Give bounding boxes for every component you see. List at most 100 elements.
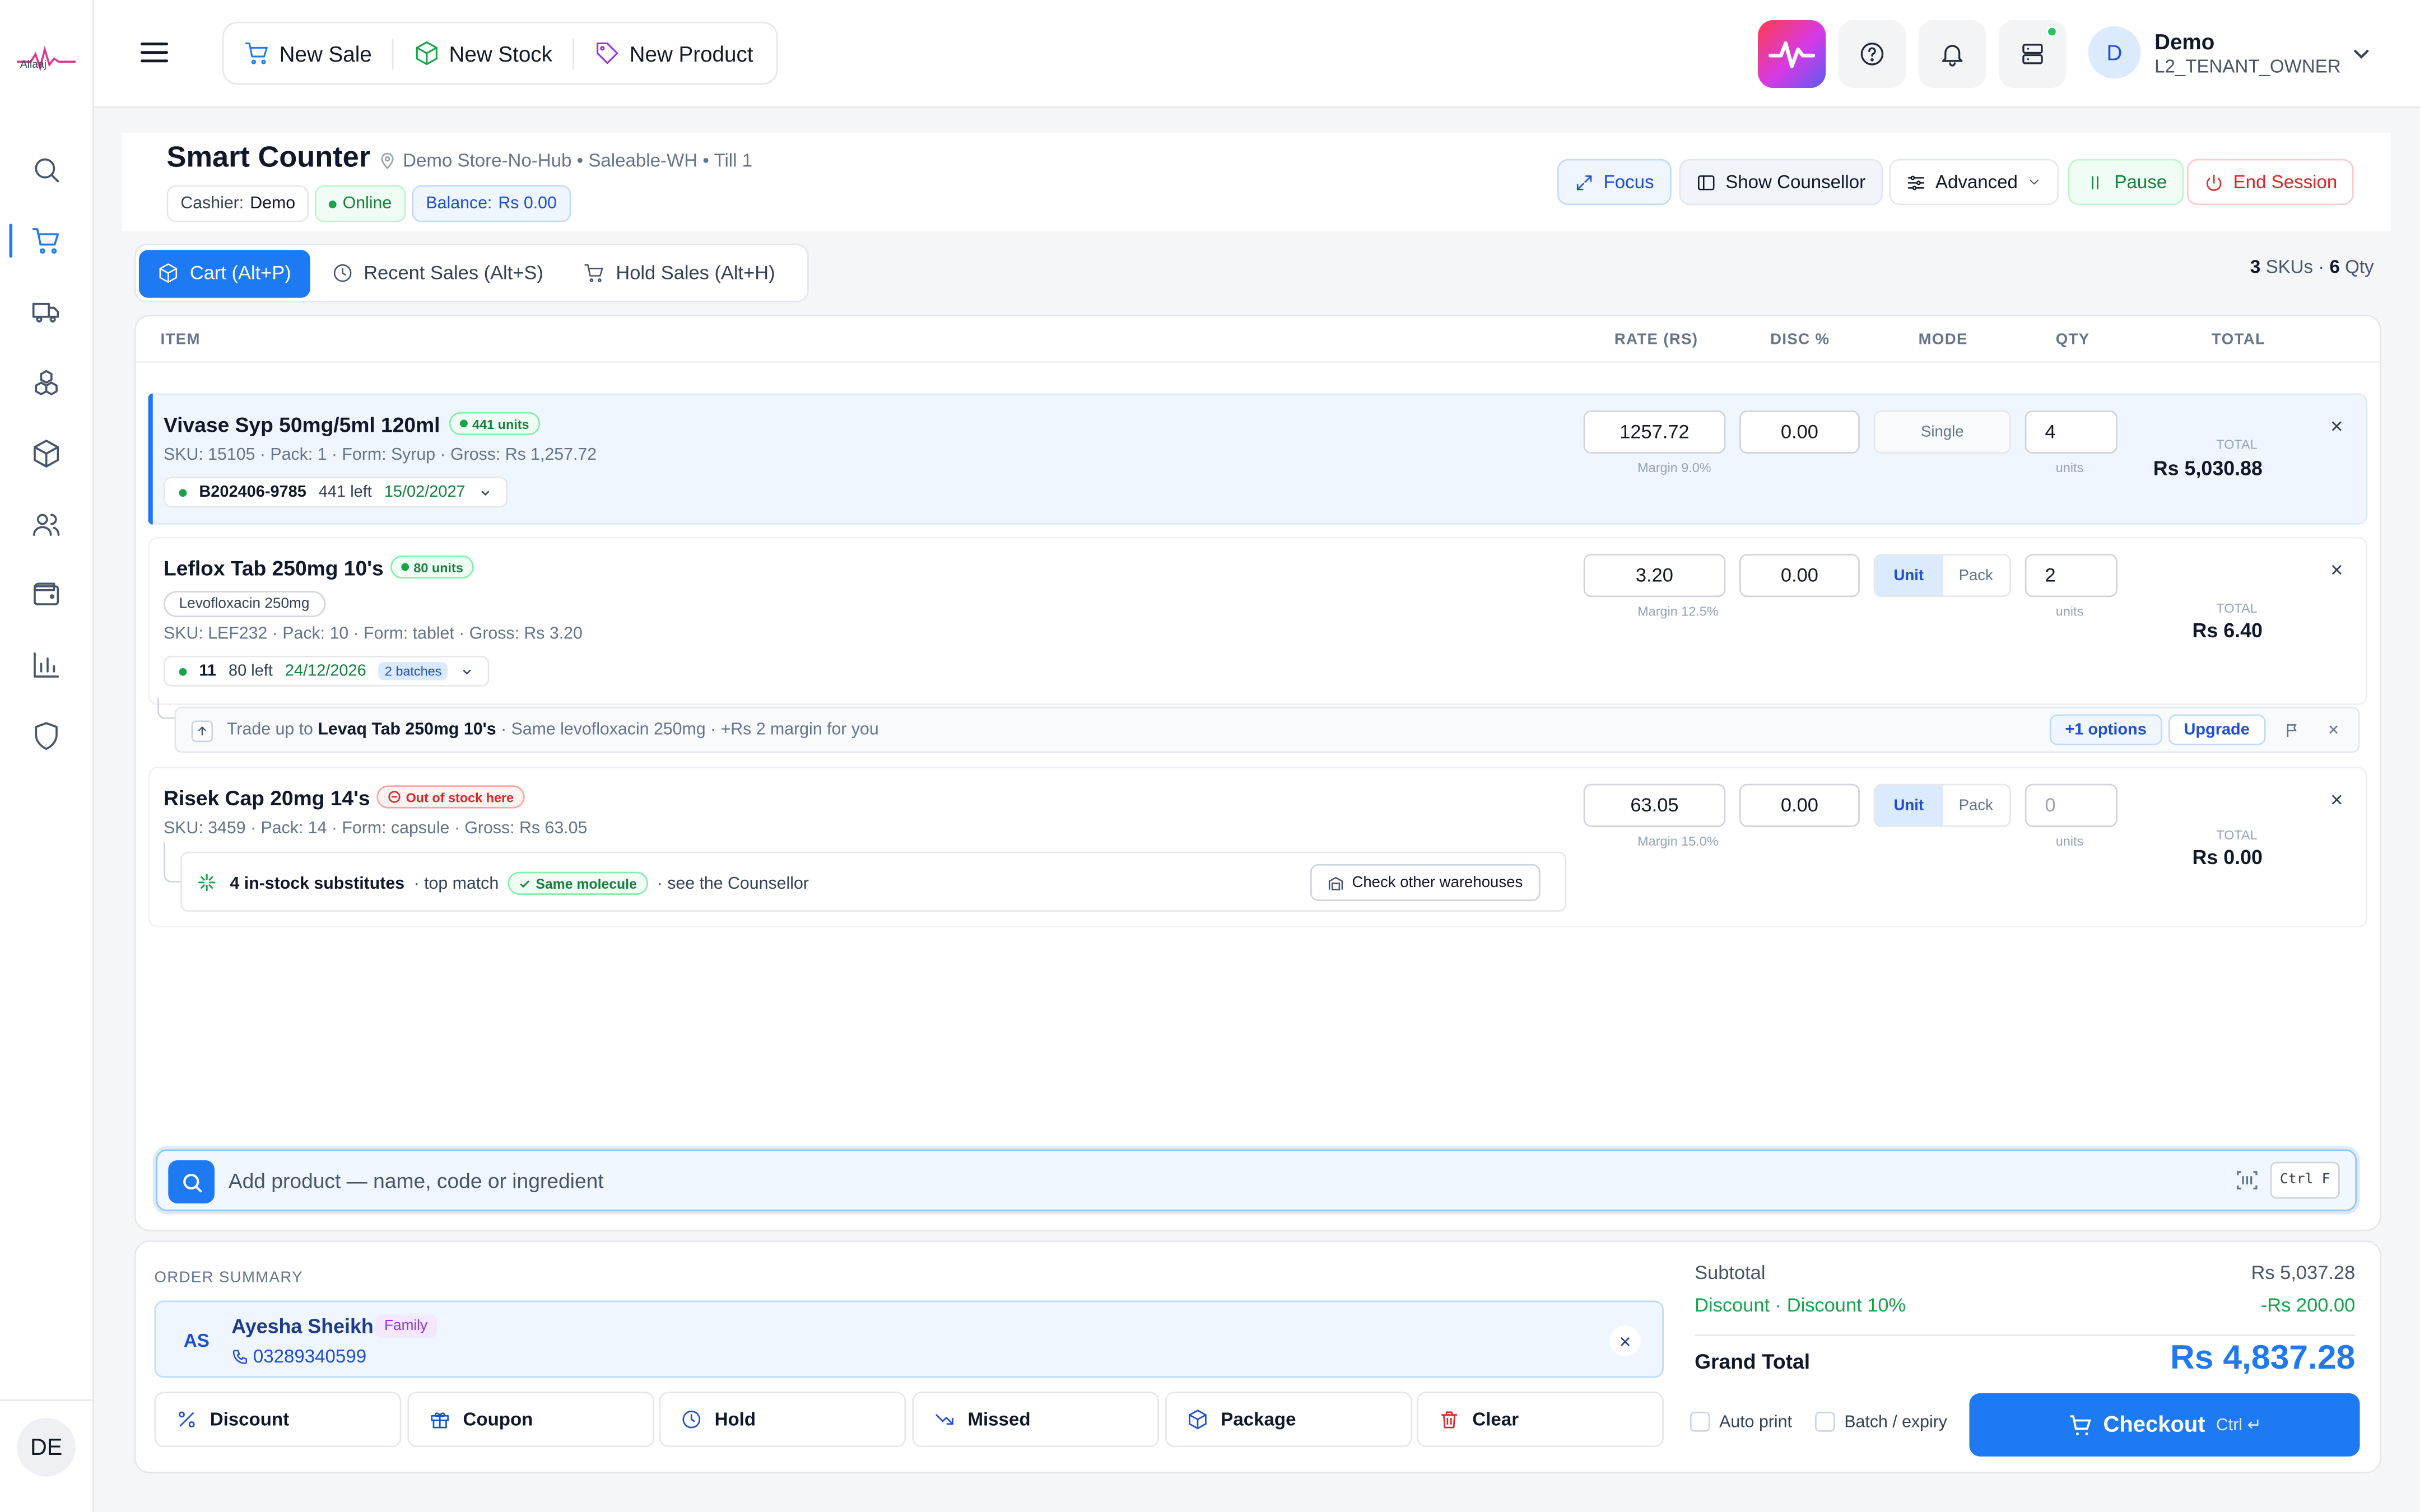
sidebar-wallet-icon[interactable] bbox=[29, 577, 63, 611]
package-button[interactable]: Package bbox=[1165, 1392, 1412, 1448]
barcode-scan-icon[interactable] bbox=[2235, 1168, 2259, 1193]
sidebar-delivery-icon[interactable] bbox=[29, 295, 63, 329]
new-sale-button[interactable]: New Sale bbox=[224, 23, 392, 83]
discount-input[interactable]: 0.00 bbox=[1739, 554, 1860, 598]
coupon-button[interactable]: Coupon bbox=[407, 1392, 655, 1448]
remove-customer-button[interactable]: × bbox=[1609, 1325, 1641, 1356]
show-counsellor-button[interactable]: Show Counsellor bbox=[1679, 158, 1883, 206]
focus-button[interactable]: Focus bbox=[1557, 158, 1671, 206]
sidebar-avatar[interactable]: DE bbox=[17, 1417, 76, 1477]
customer-phone: 03289340599 bbox=[231, 1345, 366, 1367]
pause-button[interactable]: Pause bbox=[2068, 158, 2184, 206]
sidebar-users-icon[interactable] bbox=[29, 507, 63, 542]
remove-item-button[interactable]: × bbox=[2326, 788, 2348, 810]
substitutes-count: 4 in-stock substitutes bbox=[230, 874, 405, 893]
user-avatar[interactable]: D bbox=[2088, 26, 2141, 79]
missed-button[interactable]: Missed bbox=[912, 1392, 1160, 1448]
mode-unit-button[interactable]: Unit bbox=[1875, 785, 1943, 825]
substitutes-panel: 4 in-stock substitutes · top match Same … bbox=[180, 851, 1567, 912]
advanced-button[interactable]: Advanced bbox=[1889, 158, 2060, 206]
cashier-label: Cashier: bbox=[180, 194, 244, 213]
new-stock-button[interactable]: New Stock bbox=[393, 23, 572, 83]
mode-unit-button[interactable]: Unit bbox=[1875, 555, 1943, 596]
tab-hold-sales[interactable]: Hold Sales (Alt+H) bbox=[565, 249, 793, 297]
batch-selector[interactable]: 11 80 left 24/12/2026 2 batches bbox=[164, 655, 490, 687]
more-options-button[interactable]: +1 options bbox=[2049, 714, 2162, 745]
batch-expiry-checkbox[interactable]: Batch / expiry bbox=[1814, 1411, 1947, 1432]
package-icon bbox=[1189, 1410, 1207, 1430]
cart-icon bbox=[245, 42, 268, 64]
qty-input[interactable]: 0 bbox=[2025, 783, 2118, 827]
dismiss-upsell-button[interactable]: × bbox=[2323, 719, 2344, 741]
tab-cart[interactable]: Cart (Alt+P) bbox=[138, 249, 310, 297]
stock-box-icon bbox=[416, 41, 438, 66]
sidebar-boxes-icon[interactable] bbox=[29, 366, 63, 400]
end-session-button[interactable]: End Session bbox=[2186, 158, 2354, 206]
page-title: Smart Counter bbox=[166, 142, 371, 175]
selected-indicator bbox=[148, 393, 153, 525]
flag-icon[interactable] bbox=[2284, 722, 2301, 739]
mode-pack-button[interactable]: Pack bbox=[1942, 785, 2009, 825]
customer-phone-number: 03289340599 bbox=[253, 1345, 367, 1368]
rate-input[interactable]: 1257.72 bbox=[1583, 410, 1726, 454]
rate-input[interactable]: 3.20 bbox=[1583, 554, 1726, 598]
remove-item-button[interactable]: × bbox=[2326, 415, 2348, 437]
same-molecule-text: Same molecule bbox=[536, 875, 637, 892]
cart-count-summary: 3 SKUs · 6 Qty bbox=[2250, 256, 2374, 278]
batch-selector[interactable]: B202406-9785 441 left 15/02/2027 bbox=[164, 477, 508, 508]
checkbox-box[interactable] bbox=[1814, 1411, 1835, 1432]
sidebar-package-icon[interactable] bbox=[29, 437, 63, 471]
upsell-suggestion: Trade up to Levaq Tab 250mg 10's · Same … bbox=[174, 706, 2360, 753]
discount-input[interactable]: 0.00 bbox=[1739, 783, 1860, 827]
server-status-button[interactable] bbox=[1998, 20, 2067, 88]
auto-print-checkbox[interactable]: Auto print bbox=[1690, 1411, 1792, 1432]
top-match-text: · top match bbox=[413, 874, 499, 893]
qty-input[interactable]: 4 bbox=[2025, 410, 2118, 454]
sidebar-cart-icon[interactable] bbox=[29, 223, 63, 258]
discount-input[interactable]: 0.00 bbox=[1739, 410, 1860, 454]
checkout-button[interactable]: Checkout Ctrl ↵ bbox=[1969, 1393, 2360, 1457]
stock-badge: 441 units bbox=[449, 412, 540, 435]
checkout-shortcut: Ctrl ↵ bbox=[2216, 1416, 2261, 1435]
table-row[interactable]: Vivase Syp 50mg/5ml 120ml 441 units SKU:… bbox=[148, 393, 2368, 525]
new-sale-label: New Sale bbox=[279, 41, 372, 66]
product-search-input[interactable] bbox=[228, 1165, 2081, 1196]
location-pin-icon bbox=[381, 152, 394, 170]
checkbox-box[interactable] bbox=[1690, 1411, 1710, 1432]
upgrade-button[interactable]: Upgrade bbox=[2168, 714, 2265, 745]
discount-button[interactable]: Discount bbox=[154, 1392, 402, 1448]
margin-text: Margin 12.5% bbox=[1637, 603, 1719, 619]
chevron-down-icon bbox=[480, 489, 489, 495]
user-name[interactable]: Demo bbox=[2154, 29, 2214, 54]
clear-button[interactable]: Clear bbox=[1417, 1392, 1664, 1448]
substitutes-line: 4 in-stock substitutes · top match Same … bbox=[230, 871, 809, 895]
chevron-down-icon[interactable] bbox=[2351, 43, 2372, 65]
rate-input[interactable]: 63.05 bbox=[1583, 783, 1726, 827]
help-button[interactable] bbox=[1838, 20, 1906, 88]
location-line: Demo Store-No-Hub • Saleable-WH • Till 1 bbox=[378, 150, 752, 171]
generic-chip[interactable]: Levofloxacin 250mg bbox=[164, 591, 325, 618]
search-icon[interactable] bbox=[168, 1160, 215, 1203]
tab-recent-sales[interactable]: Recent Sales (Alt+S) bbox=[313, 249, 562, 297]
discount-value: -Rs 200.00 bbox=[2260, 1294, 2356, 1317]
sidebar-search-icon[interactable] bbox=[29, 153, 63, 187]
mode-pack-button[interactable]: Pack bbox=[1942, 556, 2009, 596]
gift-icon bbox=[431, 1412, 449, 1429]
product-meta: SKU: LEF232 · Pack: 10 · Form: tablet · … bbox=[164, 624, 583, 643]
pulse-app-button[interactable] bbox=[1758, 20, 1826, 88]
sidebar-shield-icon[interactable] bbox=[29, 719, 63, 753]
qty-input[interactable]: 2 bbox=[2025, 554, 2118, 598]
check-warehouses-button[interactable]: Check other warehouses bbox=[1310, 864, 1540, 901]
sidebar-reports-icon[interactable] bbox=[29, 648, 63, 682]
table-row[interactable]: Leflox Tab 250mg 10's 80 units Levofloxa… bbox=[148, 536, 2368, 706]
notifications-button[interactable] bbox=[1918, 20, 1986, 88]
hold-button[interactable]: Hold bbox=[659, 1392, 906, 1448]
customer-card[interactable]: AS Ayesha Sheikh Family 03289340599 × bbox=[154, 1300, 1664, 1378]
clock-icon bbox=[682, 1410, 701, 1429]
pulse-icon bbox=[1769, 41, 1815, 68]
status-text: Online bbox=[342, 194, 392, 213]
menu-icon[interactable] bbox=[140, 39, 169, 67]
batch-left: 441 left bbox=[318, 483, 372, 502]
new-product-button[interactable]: New Product bbox=[574, 23, 773, 83]
remove-item-button[interactable]: × bbox=[2326, 558, 2348, 580]
